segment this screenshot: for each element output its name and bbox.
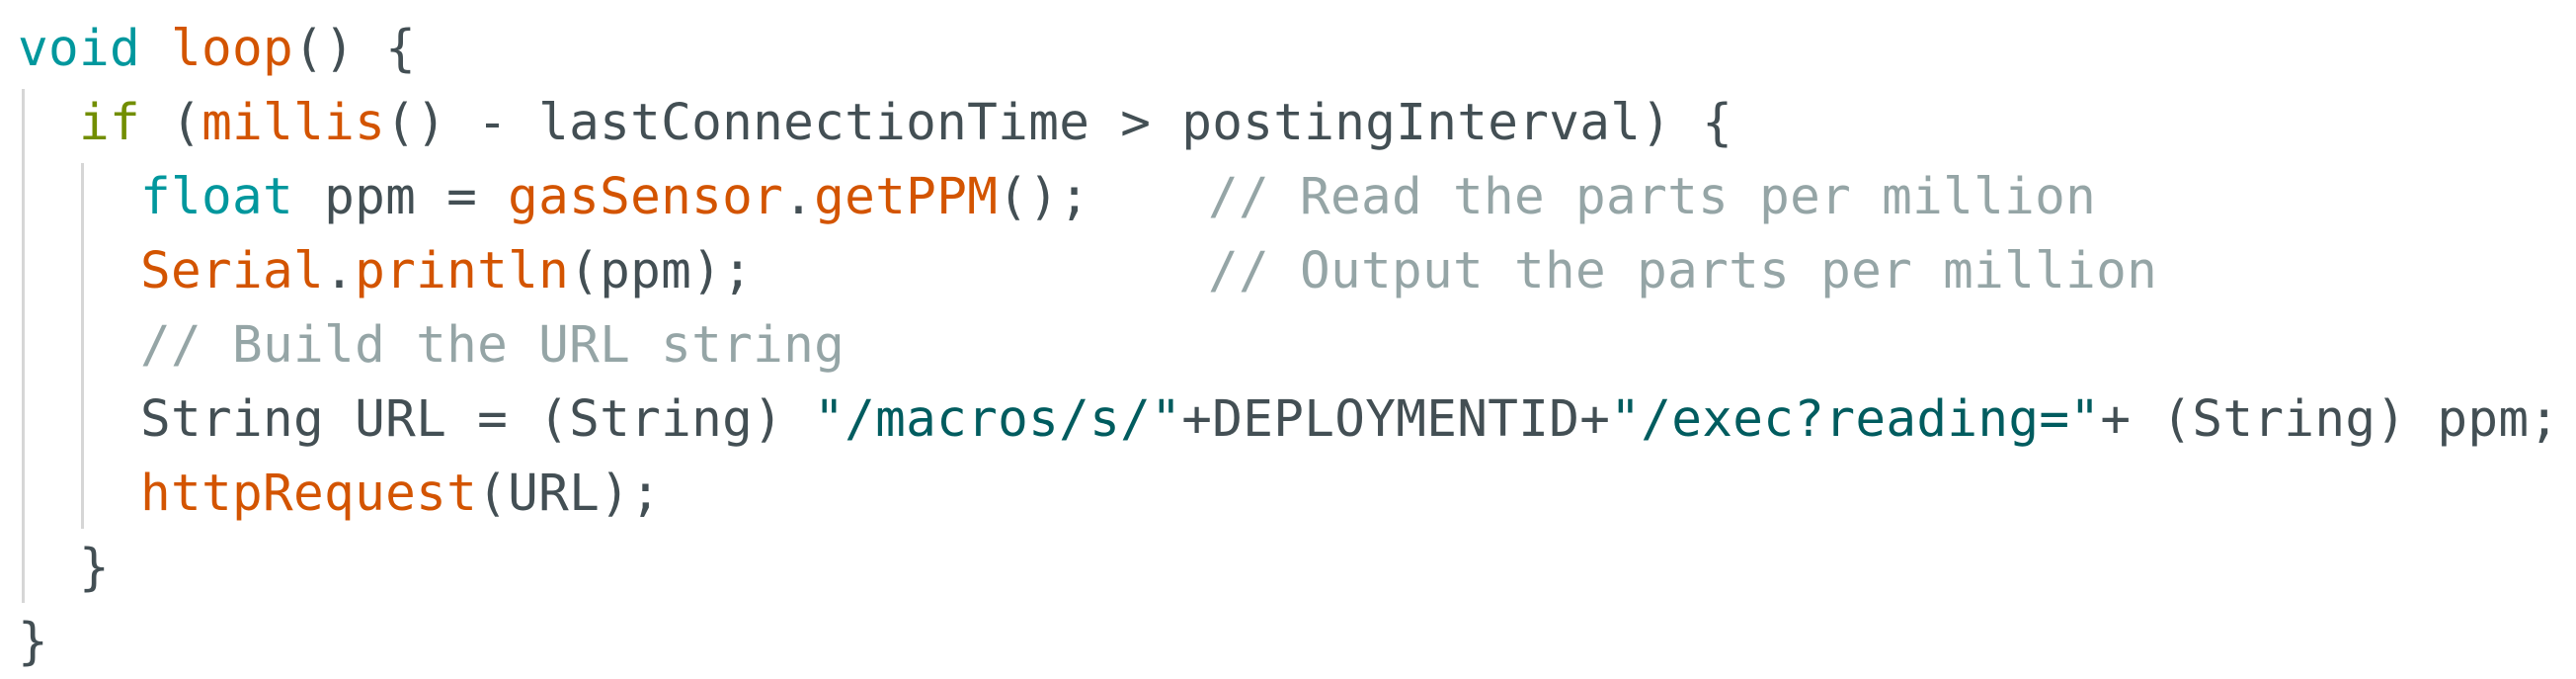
code-line: float ppm = gasSensor.getPPM(); // Read t… bbox=[18, 160, 2096, 234]
code-line: Serial.println(ppm); // Output the parts … bbox=[18, 234, 2157, 308]
code-editor[interactable]: void loop() { if (millis() - lastConnect… bbox=[0, 0, 2576, 675]
function-call-millis: millis bbox=[201, 94, 386, 152]
code-text: (URL); bbox=[477, 465, 662, 523]
code-text: (ppm); bbox=[569, 242, 754, 300]
object-gas-sensor: gasSensor bbox=[508, 168, 784, 226]
function-call-http-request: httpRequest bbox=[140, 465, 478, 523]
code-comment: // Read the parts per million bbox=[1208, 168, 2097, 226]
code-line: } bbox=[18, 605, 48, 679]
code-text: () { bbox=[293, 20, 417, 78]
code-text: () - lastConnectionTime > postingInterva… bbox=[385, 94, 1733, 152]
code-text: ppm = bbox=[293, 168, 509, 226]
code-text: . bbox=[324, 242, 356, 300]
code-text: + (String) ppm; bbox=[2100, 390, 2560, 449]
code-comment: // Build the URL string bbox=[140, 316, 845, 375]
keyword-void: void bbox=[18, 20, 141, 78]
code-line: void loop() { bbox=[18, 12, 416, 86]
code-text: . bbox=[783, 168, 815, 226]
keyword-if: if bbox=[79, 94, 141, 152]
string-literal: "/macros/s/" bbox=[814, 390, 1182, 449]
code-text: String URL = (String) bbox=[140, 390, 815, 449]
code-line: String URL = (String) "/macros/s/"+DEPLO… bbox=[18, 382, 2559, 457]
code-line: if (millis() - lastConnectionTime > post… bbox=[18, 86, 1732, 160]
code-text: (); bbox=[998, 168, 1090, 226]
code-text: +DEPLOYMENTID+ bbox=[1181, 390, 1611, 449]
code-line: httpRequest(URL); bbox=[18, 457, 661, 531]
code-line: // Build the URL string bbox=[18, 308, 845, 382]
function-name-loop: loop bbox=[171, 20, 294, 78]
method-get-ppm: getPPM bbox=[814, 168, 999, 226]
closing-brace: } bbox=[18, 613, 49, 671]
type-float: float bbox=[140, 168, 294, 226]
method-println: println bbox=[355, 242, 570, 300]
string-literal: "/exec?reading=" bbox=[1610, 390, 2101, 449]
code-line: } bbox=[18, 531, 110, 605]
object-serial: Serial bbox=[140, 242, 325, 300]
code-text: ( bbox=[171, 94, 202, 152]
code-comment: // Output the parts per million bbox=[1208, 242, 2158, 300]
closing-brace: } bbox=[79, 539, 111, 597]
